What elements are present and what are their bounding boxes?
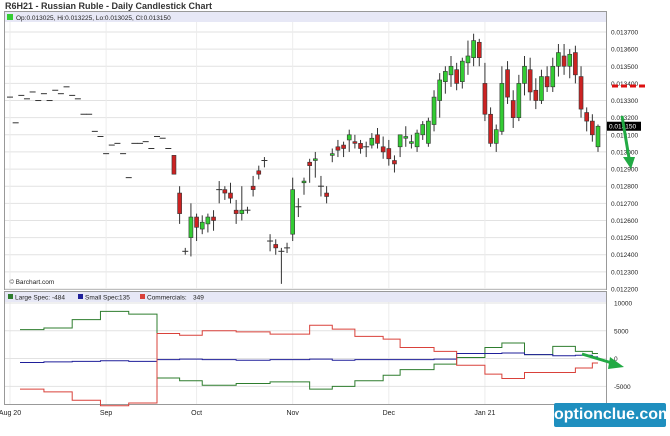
x-tick-label: Aug 20 (0, 410, 21, 417)
cot-tick-label: 5000 (614, 328, 629, 335)
price-axis: 0.0137000.0136000.0135000.0134000.013300… (611, 30, 638, 294)
price-tick-label: 0.012700 (611, 201, 638, 208)
price-tick-label: 0.013200 (611, 115, 638, 122)
price-tick-label: 0.012500 (611, 235, 638, 242)
legend-small-spec: Small Spec: (85, 295, 120, 302)
price-tick-label: 0.012800 (611, 184, 638, 191)
legend-large-spec: Large Spec: (15, 295, 50, 302)
cot-tick-label: 10000 (614, 301, 632, 308)
legend-commercials: Commercials: (147, 295, 187, 302)
price-tick-label: 0.013600 (611, 47, 638, 54)
ohlc-swatch (7, 14, 13, 20)
legend-small-spec-value: 135 (119, 295, 130, 302)
price-tick-label: 0.012200 (611, 287, 638, 294)
x-tick-label: Oct (191, 410, 202, 417)
candle (426, 117, 431, 147)
chart-title: R6H21 - Russian Ruble - Daily Candlestic… (5, 1, 212, 11)
x-tick-label: Nov (286, 410, 299, 417)
price-tick-label: 0.012300 (611, 269, 638, 276)
cot-tick-label: -5000 (614, 384, 631, 391)
cot-axis: 1000050000-5000 (614, 301, 632, 391)
x-tick-label: Sep (100, 410, 113, 417)
x-tick-label: Jan 21 (474, 410, 495, 417)
credit-label: © Barchart.com (9, 278, 54, 286)
chart-root: R6H21 - Russian Ruble - Daily Candlestic… (0, 0, 670, 431)
candle (171, 155, 177, 175)
price-tick-label: 0.013700 (611, 30, 638, 37)
price-tick-label: 0.012900 (611, 167, 638, 174)
price-tick-label: 0.013300 (611, 98, 638, 105)
price-tick-label: 0.013000 (611, 149, 638, 156)
price-tick-label: 0.012600 (611, 218, 638, 225)
watermark: optionclue.com (554, 403, 670, 427)
cot-panel (4, 291, 607, 405)
price-tick-label: 0.013500 (611, 64, 638, 71)
cot-legend: Large Spec: -484 Small Spec: 135 Commerc… (8, 294, 204, 302)
x-tick-label: Dec (383, 410, 396, 417)
ohlc-label: Op:0.013025, Hi:0.013225, Lo:0.013025, C… (16, 15, 171, 22)
price-tick-label: 0.012400 (611, 252, 638, 259)
price-panel (4, 11, 607, 290)
legend-commercials-value: 349 (193, 295, 204, 302)
x-axis: Aug 20 Sep Oct Nov Dec Jan 21 (0, 410, 496, 417)
chart-svg: R6H21 - Russian Ruble - Daily Candlestic… (0, 1, 646, 417)
legend-large-spec-value: -484 (52, 295, 65, 302)
